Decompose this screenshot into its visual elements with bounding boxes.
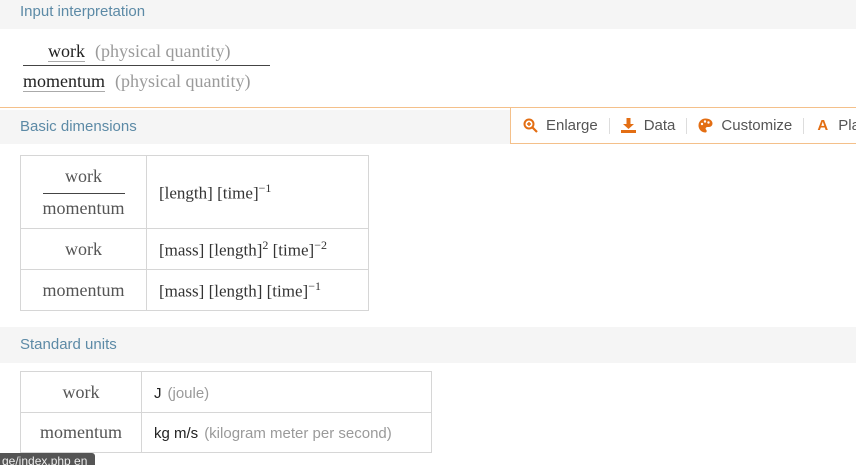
numerator-term[interactable]: work xyxy=(48,41,85,62)
data-button[interactable]: Data xyxy=(620,117,676,134)
standard-units-table: work J (joule) momentum kg m/s (kilogram m… xyxy=(20,371,432,453)
dimension-exponent: −2 xyxy=(314,237,327,252)
table-row: work J (joule) xyxy=(20,371,432,413)
label-denominator: momentum xyxy=(42,197,125,218)
dimension-expression: [time] xyxy=(268,240,315,260)
denominator-term[interactable]: momentum xyxy=(23,71,105,92)
dimension-exponent: −1 xyxy=(308,278,321,293)
row-value: kg m/s (kilogram meter per second) xyxy=(141,412,432,453)
standard-units-header: Standard units xyxy=(0,327,856,363)
enlarge-label: Enlarge xyxy=(546,117,598,134)
dimension-expression: [mass] [length] xyxy=(159,240,263,260)
palette-icon xyxy=(698,118,713,133)
input-numerator: work (physical quantity) xyxy=(48,41,230,62)
unit-description: (joule) xyxy=(167,384,210,402)
dimension-expression: [length] [time] xyxy=(159,183,259,203)
enlarge-button[interactable]: Enlarge xyxy=(523,117,598,134)
plaintext-icon: A xyxy=(817,117,829,134)
table-row: work momentum [length] [time]−1 xyxy=(20,155,369,229)
download-icon xyxy=(620,118,636,133)
row-label: momentum xyxy=(20,269,147,311)
toolbar-separator xyxy=(686,117,688,134)
unit-description: (kilogram meter per second) xyxy=(204,425,392,442)
unit-symbol: J xyxy=(154,384,162,402)
customize-label: Customize xyxy=(721,117,793,134)
row-value: [mass] [length]2 [time]−2 xyxy=(146,228,369,270)
data-label: Data xyxy=(643,117,676,134)
customize-button[interactable]: Customize xyxy=(698,117,792,134)
status-url-tooltip: ge/index.php en xyxy=(0,453,96,465)
toolbar-separator xyxy=(608,117,610,134)
row-label: momentum xyxy=(20,412,142,453)
pod-toolbar: Enlarge Data Customize A Plai xyxy=(510,107,856,144)
pod-divider xyxy=(0,107,511,108)
unit-symbol: kg m/s xyxy=(154,425,199,442)
row-value: J (joule) xyxy=(141,371,432,413)
input-fraction: work (physical quantity) momentum (physica… xyxy=(23,40,323,96)
row-value: [mass] [length] [time]−1 xyxy=(146,269,369,311)
row-value: [length] [time]−1 xyxy=(146,155,369,229)
magnify-icon xyxy=(523,118,538,133)
label-fraction: work momentum xyxy=(42,166,125,219)
numerator-qualifier: (physical quantity) xyxy=(95,41,231,61)
plaintext-button[interactable]: A Plai xyxy=(815,117,856,134)
fraction-bar xyxy=(23,65,270,66)
toolbar-separator xyxy=(803,117,805,134)
plaintext-label: Plai xyxy=(838,117,856,134)
table-row: momentum [mass] [length] [time]−1 xyxy=(20,269,369,311)
denominator-qualifier: (physical quantity) xyxy=(115,71,251,91)
row-label: work xyxy=(20,371,142,413)
input-denominator: momentum (physical quantity) xyxy=(23,71,250,92)
dimension-exponent: −1 xyxy=(258,180,272,195)
row-label: work xyxy=(20,228,147,270)
basic-dimensions-table: work momentum [length] [time]−1 work [ma… xyxy=(20,155,369,311)
row-label: work momentum xyxy=(20,155,147,229)
table-row: work [mass] [length]2 [time]−2 xyxy=(20,228,369,270)
input-interpretation-header: Input interpretation xyxy=(0,0,856,29)
table-row: momentum kg m/s (kilogram meter per secon… xyxy=(20,412,432,453)
dimension-expression: [mass] [length] [time] xyxy=(159,281,309,301)
label-numerator: work xyxy=(42,166,125,194)
